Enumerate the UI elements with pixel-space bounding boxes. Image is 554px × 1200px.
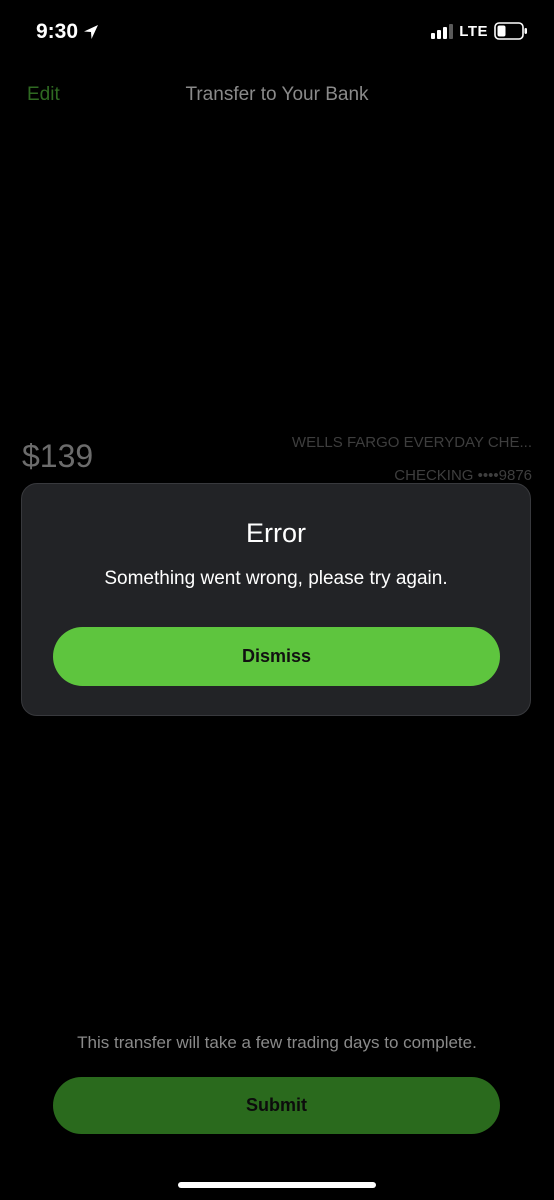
status-bar: 9:30 LTE	[0, 0, 554, 66]
transfer-note: This transfer will take a few trading da…	[77, 1033, 477, 1052]
signal-bars-icon	[431, 24, 454, 39]
home-indicator[interactable]	[178, 1182, 376, 1188]
status-time: 9:30	[36, 20, 99, 44]
network-type: LTE	[459, 22, 488, 40]
bank-account-name[interactable]: WELLS FARGO EVERYDAY CHE...	[292, 434, 532, 451]
transfer-amount[interactable]: $139	[22, 438, 93, 475]
submit-button[interactable]: Submit	[53, 1077, 500, 1134]
status-indicators: LTE	[431, 22, 528, 40]
dismiss-button[interactable]: Dismiss	[53, 627, 500, 686]
battery-icon	[494, 22, 527, 40]
error-dialog-title: Error	[246, 518, 306, 548]
location-arrow-icon	[84, 25, 99, 39]
transfer-screen: 9:30 LTE Edit Transfer to Your Bank $139…	[0, 0, 554, 1200]
error-dialog-message: Something went wrong, please try again.	[104, 568, 448, 589]
status-time-label: 9:30	[36, 20, 79, 43]
bank-account-number: CHECKING ••••9876	[394, 467, 532, 484]
error-dialog: Error Something went wrong, please try a…	[21, 483, 531, 716]
page-title: Transfer to Your Bank	[185, 84, 369, 105]
